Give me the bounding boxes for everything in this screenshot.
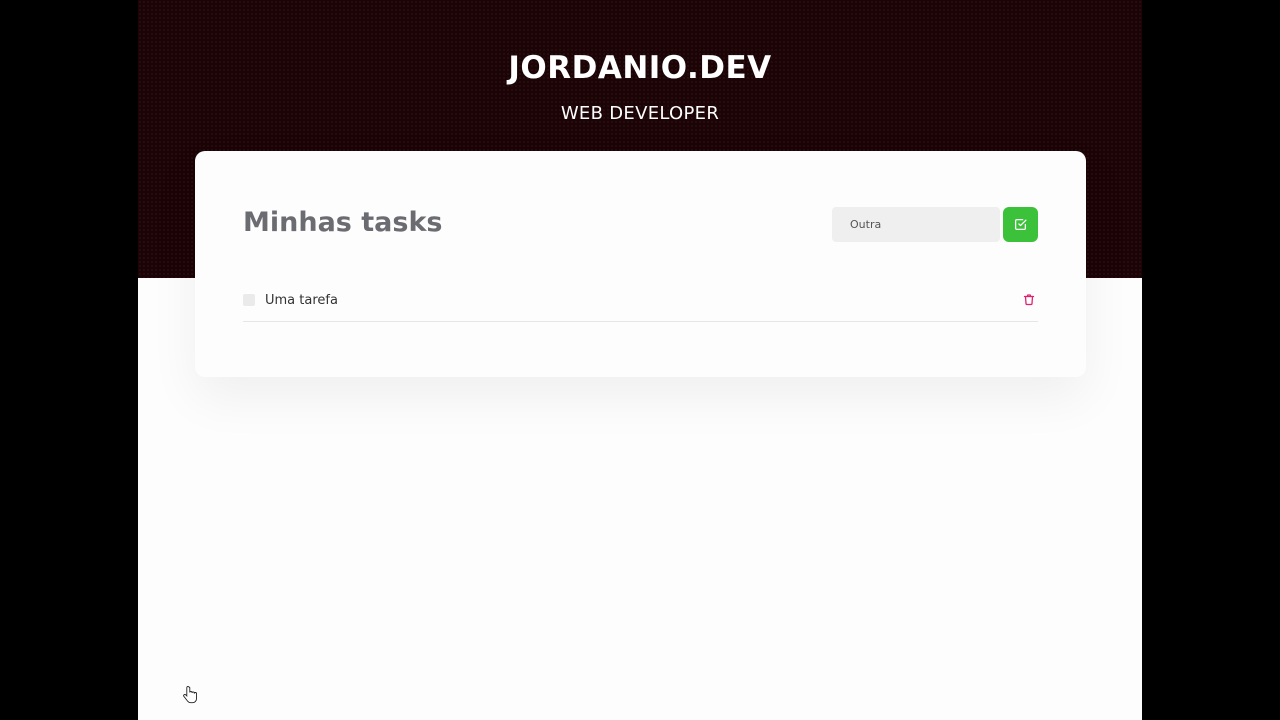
add-task-button[interactable]	[1003, 207, 1038, 242]
card-title: Minhas tasks	[243, 207, 443, 238]
brand-subtitle: WEB DEVELOPER	[560, 103, 720, 124]
tasks-card: Minhas tasks Uma tarefa	[195, 151, 1086, 377]
new-task-input[interactable]	[832, 207, 1000, 242]
task-text: Uma tarefa	[265, 292, 338, 308]
task-item: Uma tarefa	[243, 279, 1038, 322]
check-square-icon	[1014, 218, 1027, 231]
trash-icon	[1023, 293, 1035, 306]
hand-pointer-icon	[183, 685, 197, 705]
page-viewport: JORDANIO.DEV WEB DEVELOPER Minhas tasks …	[138, 0, 1142, 720]
delete-task-button[interactable]	[1022, 291, 1036, 307]
brand-title: JORDANIO.DEV	[508, 50, 772, 86]
task-list: Uma tarefa	[243, 279, 1038, 322]
task-checkbox[interactable]	[243, 294, 255, 306]
